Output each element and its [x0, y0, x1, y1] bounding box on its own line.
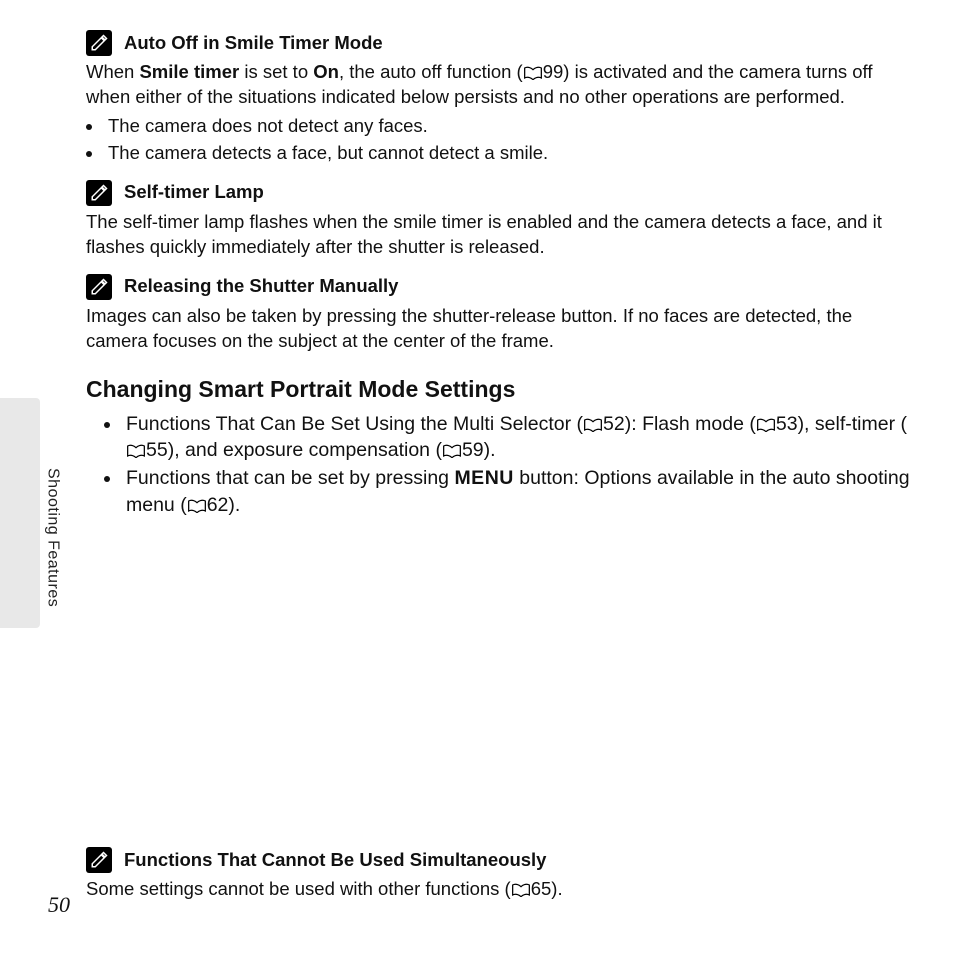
note-body: The self-timer lamp flashes when the smi…: [86, 210, 914, 260]
bullet-item: Functions That Can Be Set Using the Mult…: [122, 411, 914, 464]
pencil-icon: [86, 180, 112, 206]
note-title: Releasing the Shutter Manually: [124, 274, 398, 299]
note-title: Functions That Cannot Be Used Simultaneo…: [124, 848, 546, 873]
note-body: Some settings cannot be used with other …: [86, 877, 914, 902]
book-icon: [583, 418, 603, 432]
note-header-self-timer-lamp: Self-timer Lamp: [86, 180, 914, 206]
book-icon: [511, 883, 531, 897]
book-icon: [756, 418, 776, 432]
book-icon: [187, 499, 207, 513]
note-title: Auto Off in Smile Timer Mode: [124, 31, 383, 56]
page-number: 50: [48, 890, 70, 920]
book-icon: [523, 66, 543, 80]
note-header-manual-shutter: Releasing the Shutter Manually: [86, 274, 914, 300]
pencil-icon: [86, 274, 112, 300]
side-section-label: Shooting Features: [42, 468, 64, 607]
bullet-item: Functions that can be set by pressing ME…: [122, 465, 914, 518]
pencil-icon: [86, 30, 112, 56]
book-icon: [442, 444, 462, 458]
note-body: When Smile timer is set to On, the auto …: [86, 60, 914, 110]
note-title: Self-timer Lamp: [124, 180, 264, 205]
page-content: Auto Off in Smile Timer Mode When Smile …: [0, 0, 954, 558]
note-body: Images can also be taken by pressing the…: [86, 304, 914, 354]
bottom-note: Functions That Cannot Be Used Simultaneo…: [86, 847, 914, 906]
note-header-auto-off: Auto Off in Smile Timer Mode: [86, 30, 914, 56]
heading-changing-settings: Changing Smart Portrait Mode Settings: [86, 374, 914, 405]
side-tab: [0, 398, 40, 628]
bullet-item: The camera does not detect any faces.: [104, 114, 914, 139]
menu-button-label: MENU: [454, 467, 513, 489]
pencil-icon: [86, 847, 112, 873]
book-icon: [126, 444, 146, 458]
bullet-list: The camera does not detect any faces. Th…: [86, 114, 914, 166]
note-header-cannot-use: Functions That Cannot Be Used Simultaneo…: [86, 847, 914, 873]
settings-bullet-list: Functions That Can Be Set Using the Mult…: [86, 411, 914, 518]
bullet-item: The camera detects a face, but cannot de…: [104, 141, 914, 166]
